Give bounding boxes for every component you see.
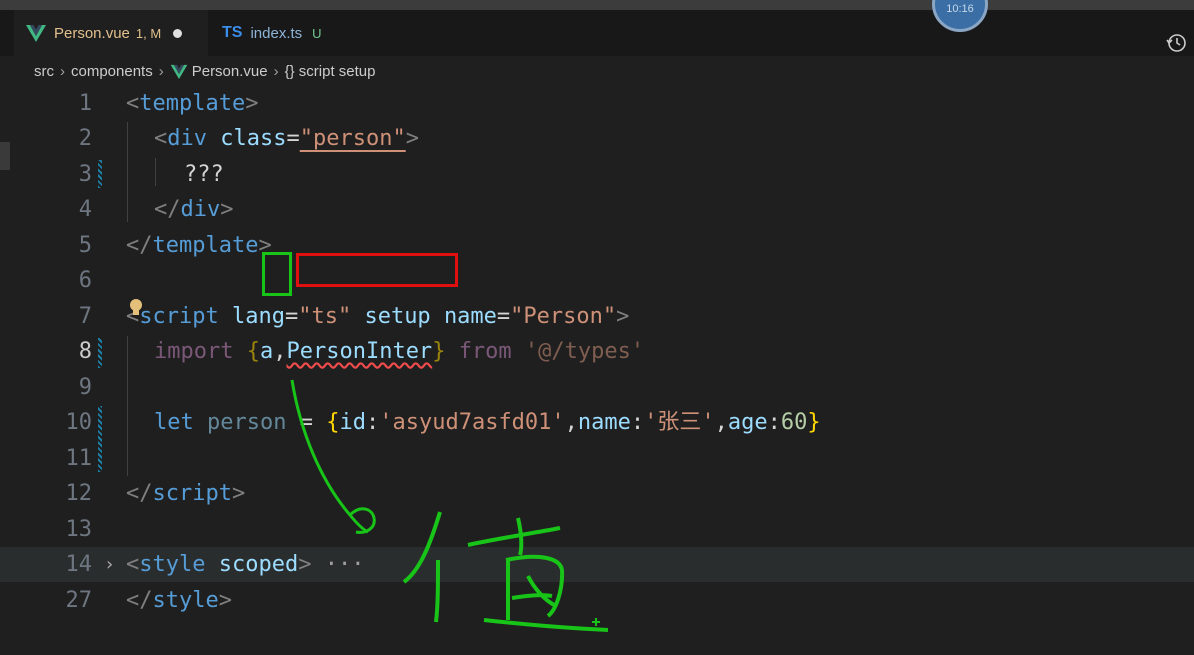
line-number: 10 <box>65 410 93 435</box>
tab-person-vue[interactable]: Person.vue 1, M <box>14 10 208 56</box>
breadcrumb-file[interactable]: Person.vue <box>192 63 268 80</box>
line-number: 1 <box>78 91 92 116</box>
line-number: 9 <box>78 375 92 400</box>
vue-icon <box>170 64 188 79</box>
breadcrumb-src[interactable]: src <box>34 63 54 80</box>
code-line: 11 <box>0 441 1194 476</box>
line-number: 7 <box>78 304 92 329</box>
code-line: 27 </style> <box>0 583 1194 618</box>
code-line: 14 › <style scoped> ··· <box>0 547 1194 582</box>
red-annotation-box <box>296 253 458 287</box>
tab-bar: Person.vue 1, M TS index.ts U <box>0 10 1194 56</box>
line-number: 13 <box>65 517 93 542</box>
code-line: 4 </div> <box>0 192 1194 227</box>
tab-status: U <box>312 25 322 41</box>
code-line: 10 let person = {id:'asyud7asfd01',name:… <box>0 405 1194 440</box>
code-line: 8 import {a,PersonInter} from '@/types' <box>0 334 1194 369</box>
code-text: <style scoped> ··· <box>126 552 365 577</box>
code-text: <div class="person"> <box>154 126 419 151</box>
unsaved-dot-icon[interactable] <box>173 28 183 38</box>
clock-text: 10:16 <box>946 3 974 15</box>
tab-index-ts[interactable]: TS index.ts U <box>208 10 366 56</box>
tab-label: index.ts <box>250 24 303 42</box>
code-text: </script> <box>126 481 246 506</box>
line-number: 8 <box>78 339 92 364</box>
history-icon[interactable] <box>1166 32 1188 54</box>
code-line: 1 <template> <box>0 86 1194 121</box>
code-line: 5 </template> <box>0 228 1194 263</box>
typescript-icon: TS <box>222 24 243 41</box>
line-number: 4 <box>78 197 92 222</box>
vue-icon <box>26 25 46 42</box>
chevron-right-icon: › <box>273 62 279 80</box>
green-annotation-box <box>262 252 292 296</box>
line-number: 27 <box>65 588 93 613</box>
code-line: 12 </script> <box>0 476 1194 511</box>
code-text: </template> <box>126 233 272 258</box>
line-number: 6 <box>78 268 92 293</box>
window-top-strip <box>0 0 1194 10</box>
code-text: <template> <box>126 91 259 116</box>
breadcrumb-components[interactable]: components <box>71 63 153 80</box>
line-number: 5 <box>78 233 92 258</box>
breadcrumb: src › components › Person.vue › {} scrip… <box>34 58 376 84</box>
line-number: 11 <box>65 446 93 471</box>
code-line: 13 <box>0 512 1194 547</box>
tab-label: Person.vue <box>54 24 130 42</box>
breadcrumb-symbol[interactable]: {} script setup <box>285 63 376 80</box>
chevron-right-icon[interactable]: › <box>104 547 115 582</box>
line-number: 2 <box>78 126 92 151</box>
code-line: 2 <div class="person"> <box>0 121 1194 156</box>
code-text: let person = {id:'asyud7asfd01',name:'张三… <box>154 410 821 435</box>
code-line: 7 <script lang="ts" setup name="Person"> <box>0 299 1194 334</box>
chevron-right-icon: › <box>60 62 65 80</box>
code-text: <script lang="ts" setup name="Person"> <box>126 304 630 329</box>
lightbulb-icon[interactable] <box>128 298 144 318</box>
code-editor[interactable]: 1 <template> 2 <div class="person"> 3 ??… <box>0 86 1194 655</box>
line-number: 12 <box>65 481 93 506</box>
code-text: import {a,PersonInter} from '@/types' <box>154 339 645 364</box>
code-line: 6 <box>0 263 1194 298</box>
code-text: </style> <box>126 588 232 613</box>
chevron-right-icon: › <box>158 62 164 80</box>
code-text: ??? <box>184 162 224 187</box>
code-line: 9 <box>0 370 1194 405</box>
code-line: 3 ??? <box>0 157 1194 192</box>
line-number: 3 <box>78 162 92 187</box>
code-text: </div> <box>154 197 234 222</box>
line-number: 14 <box>65 552 93 577</box>
tab-status: 1, M <box>135 25 162 41</box>
